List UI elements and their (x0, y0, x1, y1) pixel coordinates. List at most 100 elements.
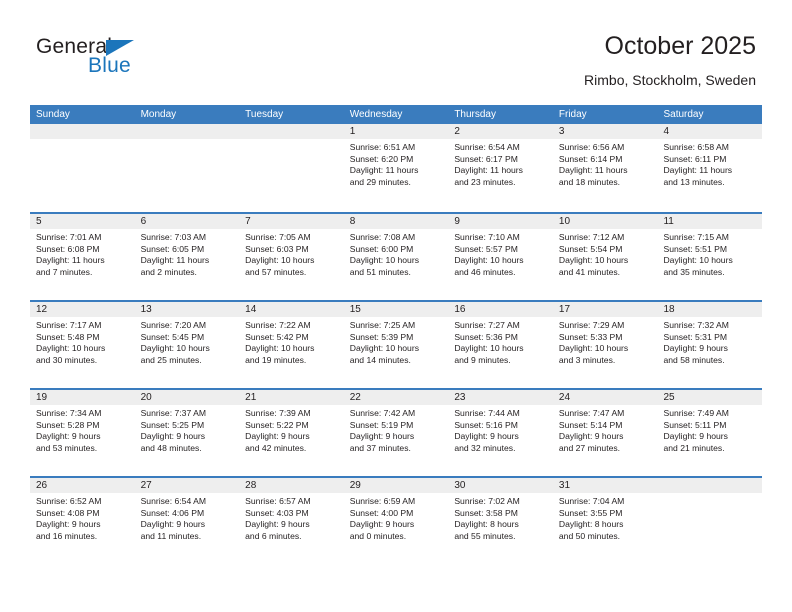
day-info: Sunrise: 6:58 AM Sunset: 6:11 PM Daylight:… (657, 139, 762, 188)
day-sunrise-text: Sunrise: 6:51 AM (349, 142, 416, 152)
day-sunset-text: Sunset: 4:08 PM (36, 507, 100, 518)
day-daylight1-text: Daylight: 10 hours (349, 255, 420, 266)
day-cell[interactable]: 16 Sunrise: 7:27 AM Sunset: 5:36 PM Dayligh… (448, 302, 553, 388)
day-sunrise-text: Sunrise: 7:08 AM (349, 232, 416, 242)
day-daylight1-text: Daylight: 8 hours (558, 519, 624, 530)
day-cell[interactable]: 30 Sunrise: 7:02 AM Sunset: 3:58 PM Dayligh… (448, 478, 553, 564)
day-cell[interactable]: 27 Sunrise: 6:54 AM Sunset: 4:06 PM Dayligh… (134, 478, 240, 564)
day-cell[interactable]: 5 Sunrise: 7:01 AM Sunset: 6:08 PM Daylight… (30, 214, 135, 300)
day-daylight1-text: Daylight: 9 hours (245, 431, 310, 442)
day-number: 12 (30, 302, 135, 317)
day-daylight2-text: and 7 minutes. (36, 266, 93, 277)
day-cell[interactable]: 8 Sunrise: 7:08 AM Sunset: 6:00 PM Daylight… (343, 214, 449, 300)
day-cell[interactable]: 17 Sunrise: 7:29 AM Sunset: 5:33 PM Dayligh… (552, 302, 658, 388)
day-daylight1-text: Daylight: 9 hours (36, 519, 101, 530)
day-number: 1 (343, 124, 449, 139)
day-daylight2-text: and 16 minutes. (36, 530, 98, 541)
day-sunset-text: Sunset: 4:06 PM (140, 507, 205, 518)
day-daylight2-text: and 18 minutes. (558, 176, 621, 187)
day-sunset-text: Sunset: 6:14 PM (558, 153, 623, 164)
day-sunrise-text: Sunrise: 7:03 AM (140, 232, 207, 242)
day-cell[interactable]: 9 Sunrise: 7:10 AM Sunset: 5:57 PM Daylight… (448, 214, 553, 300)
day-cell[interactable]: 25 Sunrise: 7:49 AM Sunset: 5:11 PM Dayligh… (657, 390, 763, 476)
day-info: Sunrise: 7:44 AM Sunset: 5:16 PM Daylight:… (448, 405, 553, 454)
calendar-grid: Sunday Monday Tuesday Wednesday Thursday Frid… (30, 105, 763, 564)
day-cell[interactable]: 7 Sunrise: 7:05 AM Sunset: 6:03 PM Daylight… (239, 214, 344, 300)
day-sunset-text: Sunset: 5:45 PM (140, 331, 205, 342)
day-daylight1-text: Daylight: 11 hours (663, 165, 733, 176)
day-cell[interactable]: 28 Sunrise: 6:57 AM Sunset: 4:03 PM Dayligh… (239, 478, 344, 564)
day-cell[interactable]: 29 Sunrise: 6:59 AM Sunset: 4:00 PM Dayligh… (343, 478, 449, 564)
day-cell[interactable]: 26 Sunrise: 6:52 AM Sunset: 4:08 PM Dayligh… (30, 478, 135, 564)
day-info: Sunrise: 6:51 AM Sunset: 6:20 PM Daylight:… (344, 139, 449, 188)
day-cell[interactable]: 12 Sunrise: 7:17 AM Sunset: 5:48 PM Dayligh… (30, 302, 135, 388)
day-daylight2-text: and 9 minutes. (454, 354, 511, 365)
weekday-header-row: Sunday Monday Tuesday Wednesday Thursday Frid… (30, 105, 762, 124)
day-cell[interactable]: 14 Sunrise: 7:22 AM Sunset: 5:42 PM Dayligh… (239, 302, 344, 388)
day-sunset-text: Sunset: 6:03 PM (245, 243, 309, 254)
day-info: Sunrise: 6:54 AM Sunset: 4:06 PM Daylight:… (135, 493, 240, 542)
day-daylight1-text: Daylight: 10 hours (558, 343, 629, 354)
day-cell[interactable]: 24 Sunrise: 7:47 AM Sunset: 5:14 PM Dayligh… (552, 390, 658, 476)
day-number: 4 (657, 124, 763, 139)
day-number (239, 124, 344, 139)
day-info: Sunrise: 7:27 AM Sunset: 5:36 PM Daylight:… (448, 317, 553, 366)
day-cell[interactable]: 4 Sunrise: 6:58 AM Sunset: 6:11 PM Daylight… (657, 124, 763, 212)
day-cell[interactable]: 10 Sunrise: 7:12 AM Sunset: 5:54 PM Dayligh… (552, 214, 658, 300)
day-number: 27 (134, 478, 240, 493)
day-number (30, 124, 135, 139)
day-daylight2-text: and 51 minutes. (349, 266, 411, 277)
day-daylight1-text: Daylight: 9 hours (663, 343, 728, 354)
page-header: General Blue October 2025 Rimbo, Stockho… (0, 0, 792, 100)
day-number: 5 (30, 214, 135, 229)
day-sunrise-text: Sunrise: 7:22 AM (245, 320, 311, 330)
day-cell[interactable]: 20 Sunrise: 7:37 AM Sunset: 5:25 PM Dayligh… (134, 390, 240, 476)
day-info: Sunrise: 7:25 AM Sunset: 5:39 PM Daylight:… (344, 317, 449, 366)
day-cell[interactable]: 2 Sunrise: 6:54 AM Sunset: 6:17 PM Daylight… (448, 124, 553, 212)
day-number: 31 (552, 478, 658, 493)
weekday-header-saturday: Saturday (663, 109, 704, 120)
day-cell[interactable]: 6 Sunrise: 7:03 AM Sunset: 6:05 PM Daylight… (134, 214, 240, 300)
day-sunrise-text: Sunrise: 7:32 AM (663, 320, 729, 330)
weekday-header-thursday: Thursday (454, 109, 496, 120)
weekday-header-sunday: Sunday (36, 109, 70, 120)
day-daylight1-text: Daylight: 10 hours (454, 343, 524, 354)
day-cell[interactable]: 13 Sunrise: 7:20 AM Sunset: 5:45 PM Dayligh… (134, 302, 240, 388)
day-cell[interactable]: 3 Sunrise: 6:56 AM Sunset: 6:14 PM Daylight… (552, 124, 658, 212)
day-daylight2-text: and 23 minutes. (454, 176, 516, 187)
day-number: 15 (343, 302, 449, 317)
day-sunset-text: Sunset: 4:03 PM (245, 507, 309, 518)
day-daylight2-text: and 19 minutes. (245, 354, 307, 365)
day-sunrise-text: Sunrise: 7:02 AM (454, 496, 520, 506)
day-info: Sunrise: 7:42 AM Sunset: 5:19 PM Daylight:… (344, 405, 449, 454)
day-cell[interactable]: 22 Sunrise: 7:42 AM Sunset: 5:19 PM Dayligh… (343, 390, 449, 476)
weekday-header-friday: Friday (558, 109, 587, 120)
day-cell[interactable]: 31 Sunrise: 7:04 AM Sunset: 3:55 PM Dayligh… (552, 478, 658, 564)
calendar-week-row: 1 Sunrise: 6:51 AM Sunset: 6:20 PM Daylight… (30, 124, 763, 212)
day-daylight1-text: Daylight: 9 hours (140, 431, 206, 442)
day-daylight2-text: and 55 minutes. (454, 530, 516, 541)
day-cell[interactable]: 11 Sunrise: 7:15 AM Sunset: 5:51 PM Dayligh… (657, 214, 763, 300)
day-sunset-text: Sunset: 5:33 PM (558, 331, 623, 342)
day-info: Sunrise: 6:57 AM Sunset: 4:03 PM Daylight:… (239, 493, 344, 542)
day-sunrise-text: Sunrise: 6:56 AM (558, 142, 625, 152)
day-daylight1-text: Daylight: 9 hours (349, 431, 415, 442)
day-cell[interactable]: 23 Sunrise: 7:44 AM Sunset: 5:16 PM Dayligh… (448, 390, 553, 476)
day-daylight2-text: and 27 minutes. (558, 442, 621, 453)
day-info: Sunrise: 7:20 AM Sunset: 5:45 PM Daylight:… (135, 317, 240, 366)
day-number: 16 (448, 302, 553, 317)
day-daylight1-text: Daylight: 10 hours (245, 343, 315, 354)
day-daylight1-text: Daylight: 11 hours (140, 255, 210, 266)
day-cell[interactable]: 15 Sunrise: 7:25 AM Sunset: 5:39 PM Dayligh… (343, 302, 449, 388)
day-info: Sunrise: 7:02 AM Sunset: 3:58 PM Daylight:… (448, 493, 553, 542)
day-cell[interactable]: 18 Sunrise: 7:32 AM Sunset: 5:31 PM Dayligh… (657, 302, 763, 388)
day-sunrise-text: Sunrise: 7:17 AM (36, 320, 102, 330)
day-sunset-text: Sunset: 5:54 PM (558, 243, 623, 254)
day-info: Sunrise: 7:32 AM Sunset: 5:31 PM Daylight:… (657, 317, 762, 366)
day-cell-empty (657, 478, 763, 564)
day-cell[interactable]: 19 Sunrise: 7:34 AM Sunset: 5:28 PM Dayligh… (30, 390, 135, 476)
day-sunset-text: Sunset: 5:57 PM (454, 243, 518, 254)
day-cell[interactable]: 1 Sunrise: 6:51 AM Sunset: 6:20 PM Daylight… (343, 124, 449, 212)
day-sunrise-text: Sunrise: 7:27 AM (454, 320, 520, 330)
day-cell[interactable]: 21 Sunrise: 7:39 AM Sunset: 5:22 PM Dayligh… (239, 390, 344, 476)
